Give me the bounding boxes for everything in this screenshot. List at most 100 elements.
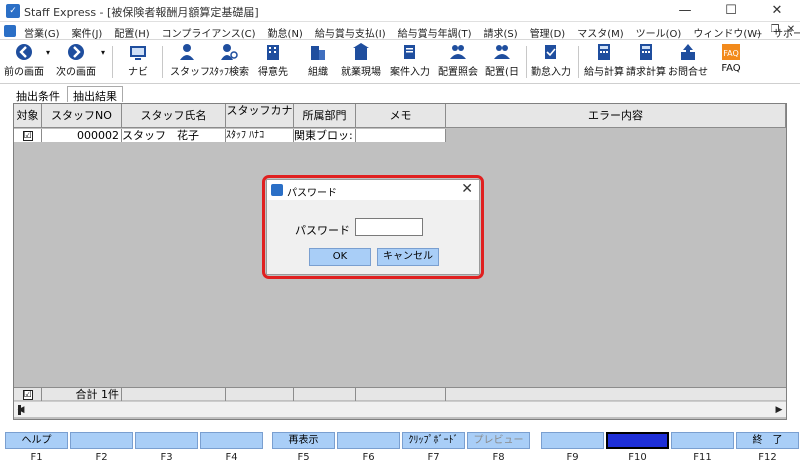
document-icon [4, 25, 16, 37]
staff-button[interactable]: スタッフ [170, 43, 210, 81]
f8-preview-button[interactable]: プレビュー [467, 432, 530, 449]
f1-label: F1 [30, 452, 43, 463]
footer-total: 合計 1件 [42, 388, 122, 401]
cell-dept: 関東ブロッ: [294, 129, 356, 142]
minimize-button[interactable]: — [662, 0, 708, 22]
tab-bar: 抽出条件 抽出結果 [10, 86, 124, 103]
menu-tools[interactable]: ツール(O) [636, 25, 682, 40]
dialog-app-icon [271, 184, 283, 196]
forward-dropdown[interactable]: ▾ [99, 48, 107, 86]
close-window-button[interactable]: ✕ [754, 0, 800, 22]
building-icon [263, 43, 283, 61]
back-dropdown[interactable]: ▾ [44, 48, 52, 86]
col-header-staff-name[interactable]: スタッフ氏名 [122, 104, 226, 128]
dialog-close-icon[interactable]: ✕ [461, 181, 473, 197]
table-row[interactable]: ☑ 000002 スタッフ 花子 ｽﾀｯﾌ ﾊﾅｺ 関東ブロッ: [14, 129, 786, 142]
menu-window[interactable]: ウィンドウ(W) [693, 25, 761, 40]
assign-icon [448, 43, 468, 61]
back-button[interactable]: 前の画面 [2, 43, 46, 81]
window-title: Staff Express - [被保険者報酬月額算定基礎届] [24, 6, 259, 19]
col-header-memo[interactable]: メモ [356, 104, 446, 128]
footer-checkbox[interactable]: ☑ [14, 388, 42, 401]
menu-payroll-payment[interactable]: 給与賞与支払(I) [315, 25, 386, 40]
f5-refresh-button[interactable]: 再表示 [272, 432, 335, 449]
menu-admin[interactable]: 管理(D) [530, 25, 566, 40]
worksite-button[interactable]: 就業現場 [340, 43, 382, 81]
navi-icon [128, 43, 148, 61]
scroll-left-icon[interactable]: ◀ [14, 404, 28, 416]
title-bar: ✓ Staff Express - [被保険者報酬月額算定基礎届] — ☐ ✕ [0, 0, 800, 22]
f4-label: F4 [225, 452, 238, 463]
f12-exit-button[interactable]: 終 了 [736, 432, 799, 449]
tab-extract-conditions[interactable]: 抽出条件 [10, 86, 66, 103]
maximize-button[interactable]: ☐ [708, 0, 754, 22]
tab-extract-results[interactable]: 抽出結果 [67, 86, 123, 103]
password-input[interactable] [355, 218, 423, 236]
assign-day-button[interactable]: 配置(日 [484, 43, 520, 81]
col-header-staff-no[interactable]: スタッフNO [42, 104, 122, 128]
col-header-dept[interactable]: 所属部門 [294, 104, 356, 128]
attendance-entry-button[interactable]: 勤怠入力 [530, 43, 572, 81]
f7-clipboard-button[interactable]: ｸﾘｯﾌﾟﾎﾞｰﾄﾞ [402, 432, 465, 449]
navi-button[interactable]: ナビ [122, 43, 154, 81]
staff-search-button[interactable]: ｽﾀｯﾌ検索 [208, 43, 250, 81]
menu-compliance[interactable]: コンプライアンス(C) [162, 25, 256, 40]
staff-search-icon [219, 43, 239, 61]
case-entry-button[interactable]: 案件入力 [390, 43, 430, 81]
mdi-restore-button[interactable]: ❐ [768, 24, 782, 35]
upload-icon [678, 43, 698, 61]
function-key-bar: ヘルプ F1 F2 F3 F4 再表示 F5 F6 ｸﾘｯﾌﾟﾎﾞｰﾄﾞ F7 … [0, 430, 800, 466]
f6-button[interactable] [337, 432, 400, 449]
cell-staff-name: スタッフ 花子 [122, 129, 226, 142]
forward-button[interactable]: 次の画面 [54, 43, 98, 81]
menu-sales[interactable]: 営業(G) [24, 25, 60, 40]
org-button[interactable]: 組織 [302, 43, 334, 81]
horizontal-scrollbar[interactable]: ◀ ▶ [14, 401, 786, 417]
menu-attendance[interactable]: 勤怠(N) [268, 25, 303, 40]
cell-error [446, 129, 786, 142]
worksite-icon [351, 43, 371, 61]
cell-memo[interactable] [356, 129, 446, 142]
staff-icon [177, 43, 197, 61]
col-header-error[interactable]: エラー内容 [446, 104, 786, 128]
password-label: パスワード [295, 224, 350, 237]
scroll-thumb[interactable] [18, 405, 21, 415]
f3-button[interactable] [135, 432, 198, 449]
menu-billing[interactable]: 請求(S) [484, 25, 518, 40]
menu-bar: 営業(G) 案件(J) 配置(H) コンプライアンス(C) 勤怠(N) 給与賞与… [0, 22, 800, 40]
faq-icon: FAQ [721, 43, 741, 61]
scroll-right-icon[interactable]: ▶ [772, 404, 786, 416]
row-checkbox[interactable]: ☑ [14, 129, 42, 142]
arrow-right-icon [66, 43, 86, 61]
menu-case[interactable]: 案件(J) [72, 25, 103, 40]
col-header-staff-kana[interactable]: スタッフカナ [226, 104, 294, 128]
app-icon: ✓ [6, 4, 20, 18]
calculator-icon [594, 43, 614, 61]
col-header-target[interactable]: 対象 [14, 104, 42, 128]
dialog-title-bar: パスワード ✕ [267, 180, 479, 200]
f2-label: F2 [95, 452, 108, 463]
client-button[interactable]: 得意先 [254, 43, 292, 81]
f2-button[interactable] [70, 432, 133, 449]
grid-header: 対象 スタッフNO スタッフ氏名 スタッフカナ 所属部門 メモ エラー内容 [14, 104, 786, 128]
faq-button[interactable]: FAQ FAQ [716, 43, 746, 81]
mdi-minimize-button[interactable]: _ [752, 24, 766, 35]
menu-year-end[interactable]: 給与賞与年調(T) [398, 25, 472, 40]
assign-inquiry-button[interactable]: 配置照会 [438, 43, 478, 81]
contact-button[interactable]: お問合せ [668, 43, 708, 81]
cancel-button[interactable]: キャンセル [377, 248, 439, 266]
f1-help-button[interactable]: ヘルプ [5, 432, 68, 449]
cell-staff-kana: ｽﾀｯﾌ ﾊﾅｺ [226, 129, 294, 142]
f9-button[interactable] [541, 432, 604, 449]
f8-label: F8 [492, 452, 505, 463]
payroll-calc-button[interactable]: 給与計算 [584, 43, 624, 81]
menu-master[interactable]: マスタ(M) [577, 25, 623, 40]
menu-assign[interactable]: 配置(H) [114, 25, 149, 40]
billing-calc-button[interactable]: 請求計算 [626, 43, 666, 81]
f11-button[interactable] [671, 432, 734, 449]
mdi-close-button[interactable]: ✕ [784, 24, 798, 35]
grid-footer: ☑ 合計 1件 [14, 387, 786, 401]
ok-button[interactable]: OK [309, 248, 371, 266]
f10-execute-button[interactable]: 実 行 [606, 432, 669, 449]
f4-button[interactable] [200, 432, 263, 449]
